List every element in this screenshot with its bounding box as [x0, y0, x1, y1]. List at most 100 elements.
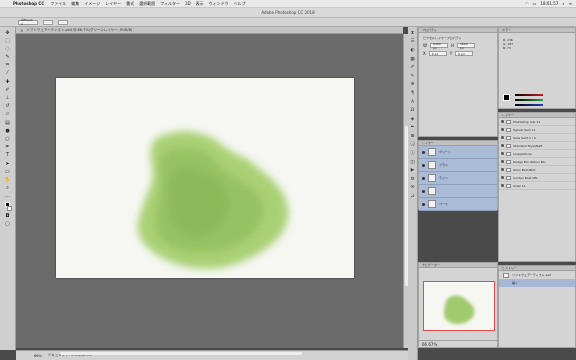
channels-icon[interactable]: ⊞	[410, 134, 416, 140]
crop-tool-icon[interactable]: ⌗	[4, 63, 11, 69]
document-tab[interactable]: × ソフトウェアーティスト.psd @ 66.7%(グリーンレイヤー, RGB/…	[16, 27, 403, 34]
visibility-icon[interactable]	[501, 128, 504, 131]
measurement-icon[interactable]: ⊿	[410, 194, 416, 200]
brush-panel-icon[interactable]: ✐	[410, 65, 416, 71]
timeline-icon[interactable]: ▶	[410, 169, 416, 175]
history-brush-tool-icon[interactable]: ↺	[4, 104, 11, 110]
history-panel-icon[interactable]: ⧗	[410, 31, 416, 37]
eraser-tool-icon[interactable]: ▱	[4, 112, 11, 118]
layer-row[interactable]: Typical Sem 11	[499, 126, 575, 134]
height-field[interactable]: 1600 px	[456, 42, 475, 50]
eyedropper-tool-icon[interactable]: ⁄	[4, 71, 11, 77]
layer-row[interactable]: Dodge Brn Obbon Blu	[499, 158, 575, 166]
brush-tool-icon[interactable]: ✐	[4, 87, 11, 93]
swatches-panel-icon[interactable]: ▦	[410, 57, 416, 63]
width-field[interactable]: 2400 px	[429, 42, 448, 50]
visibility-icon[interactable]	[422, 150, 425, 154]
glyphs-icon[interactable]: Ω	[410, 108, 416, 114]
red-slider[interactable]	[515, 94, 543, 96]
info-icon[interactable]: ⓘ	[410, 151, 416, 157]
layer-row[interactable]: ライン	[419, 172, 497, 185]
visibility-icon[interactable]	[422, 163, 425, 167]
layer-row[interactable]: Standard Style/Neft	[499, 142, 575, 150]
y-field[interactable]: 0 px	[455, 51, 474, 56]
notes-icon[interactable]: ✉	[410, 186, 416, 192]
navigator-zoom[interactable]: 66.67%	[422, 342, 437, 347]
adjustments-panel-icon[interactable]: ◐	[410, 48, 416, 54]
more-tools-icon[interactable]: …	[4, 194, 11, 200]
history-step[interactable]: 開く	[499, 279, 575, 287]
menu-help[interactable]: ヘルプ	[234, 1, 246, 7]
visibility-icon[interactable]	[501, 184, 504, 187]
visibility-icon[interactable]	[422, 189, 425, 193]
paragraph-icon[interactable]: ¶	[410, 91, 416, 97]
visibility-icon[interactable]	[501, 176, 504, 179]
menu-select[interactable]: 選択範囲	[139, 1, 155, 7]
apple-icon[interactable]	[4, 1, 10, 7]
layer-row[interactable]: Looppletone	[499, 150, 575, 158]
artboard[interactable]	[56, 78, 354, 278]
menu-3d[interactable]: 3D	[185, 1, 191, 6]
visibility-icon[interactable]	[501, 160, 504, 163]
options-field-3[interactable]	[58, 19, 68, 25]
visibility-icon[interactable]	[501, 144, 504, 147]
menu-filter[interactable]: フィルター	[160, 1, 180, 7]
move-tool-icon[interactable]: ✥	[4, 30, 11, 36]
layer-row[interactable]: Photoshop Adv 11	[499, 118, 575, 126]
marquee-tool-icon[interactable]: ⬚	[4, 38, 11, 44]
zoom-level[interactable]: 66%	[34, 354, 42, 358]
pen-tool-icon[interactable]: ✒	[4, 145, 11, 151]
x-field[interactable]: 0 px	[428, 51, 447, 56]
layer-row[interactable]: ベース	[419, 198, 497, 211]
character-icon[interactable]: A	[410, 100, 416, 106]
wifi-icon[interactable]: ◠	[525, 1, 529, 6]
blue-slider[interactable]	[515, 104, 543, 106]
shape-tool-icon[interactable]: ▭	[4, 169, 11, 175]
clone-stamp-tool-icon[interactable]: ⊥	[4, 96, 11, 102]
healing-tool-icon[interactable]: ✚	[4, 79, 11, 85]
quick-select-tool-icon[interactable]: ✎	[4, 55, 11, 61]
foreground-color-swatch[interactable]	[503, 94, 510, 101]
background-color-swatch[interactable]	[7, 206, 12, 212]
menu-type[interactable]: 書式	[126, 1, 134, 7]
visibility-icon[interactable]	[422, 176, 425, 180]
layer-row[interactable]	[419, 185, 497, 198]
clone-source-icon[interactable]: ⊕	[410, 83, 416, 89]
clock[interactable]: 18:01:57	[540, 1, 558, 6]
close-icon[interactable]: ×	[20, 28, 23, 33]
layer-row[interactable]: Conten Bold VEL	[499, 174, 575, 182]
layer-row[interactable]: グリーン	[419, 146, 497, 159]
type-tool-icon[interactable]: T	[4, 153, 11, 159]
green-slider[interactable]	[515, 99, 543, 101]
zoom-tool-icon[interactable]: ⌕	[4, 186, 11, 192]
layer-row[interactable]: Cider 11	[499, 182, 575, 190]
screen-mode-icon[interactable]: ▢	[4, 222, 11, 228]
layer-row[interactable]: Glinn Bold BLD	[499, 166, 575, 174]
path-select-tool-icon[interactable]: ➤	[4, 161, 11, 167]
menu-edit[interactable]: 編集	[71, 1, 79, 7]
visibility-icon[interactable]	[501, 152, 504, 155]
brush-settings-icon[interactable]: ✎	[410, 74, 416, 80]
options-field-1[interactable]: Gftbook A	[18, 18, 38, 26]
gradient-tool-icon[interactable]: ▤	[4, 120, 11, 126]
hand-tool-icon[interactable]: ✋	[4, 177, 11, 183]
quick-mask-icon[interactable]: ◘	[4, 213, 11, 219]
menu-list-icon[interactable]: ≡	[569, 1, 572, 6]
menu-file[interactable]: ファイル	[50, 1, 66, 7]
visibility-icon[interactable]	[422, 202, 425, 206]
menu-view[interactable]: 表示	[196, 1, 204, 7]
app-menu[interactable]: Photoshop CC	[13, 1, 44, 6]
options-field-2[interactable]	[43, 19, 53, 25]
layer-row[interactable]: Sans Serif 1 / S	[499, 134, 575, 142]
visibility-icon[interactable]	[501, 168, 504, 171]
libraries-icon[interactable]: ❏	[410, 143, 416, 149]
menu-image[interactable]: イメージ	[84, 1, 100, 7]
styles-icon[interactable]: ◈	[410, 117, 416, 123]
navigator-preview[interactable]	[423, 281, 495, 331]
dodge-tool-icon[interactable]: ○	[4, 136, 11, 142]
layer-row[interactable]: ブラシ	[419, 159, 497, 172]
visibility-icon[interactable]	[501, 120, 504, 123]
menu-window[interactable]: ウィンドウ	[209, 1, 229, 7]
properties-panel-icon[interactable]: ☰	[410, 40, 416, 46]
menu-layer[interactable]: レイヤー	[105, 1, 121, 7]
